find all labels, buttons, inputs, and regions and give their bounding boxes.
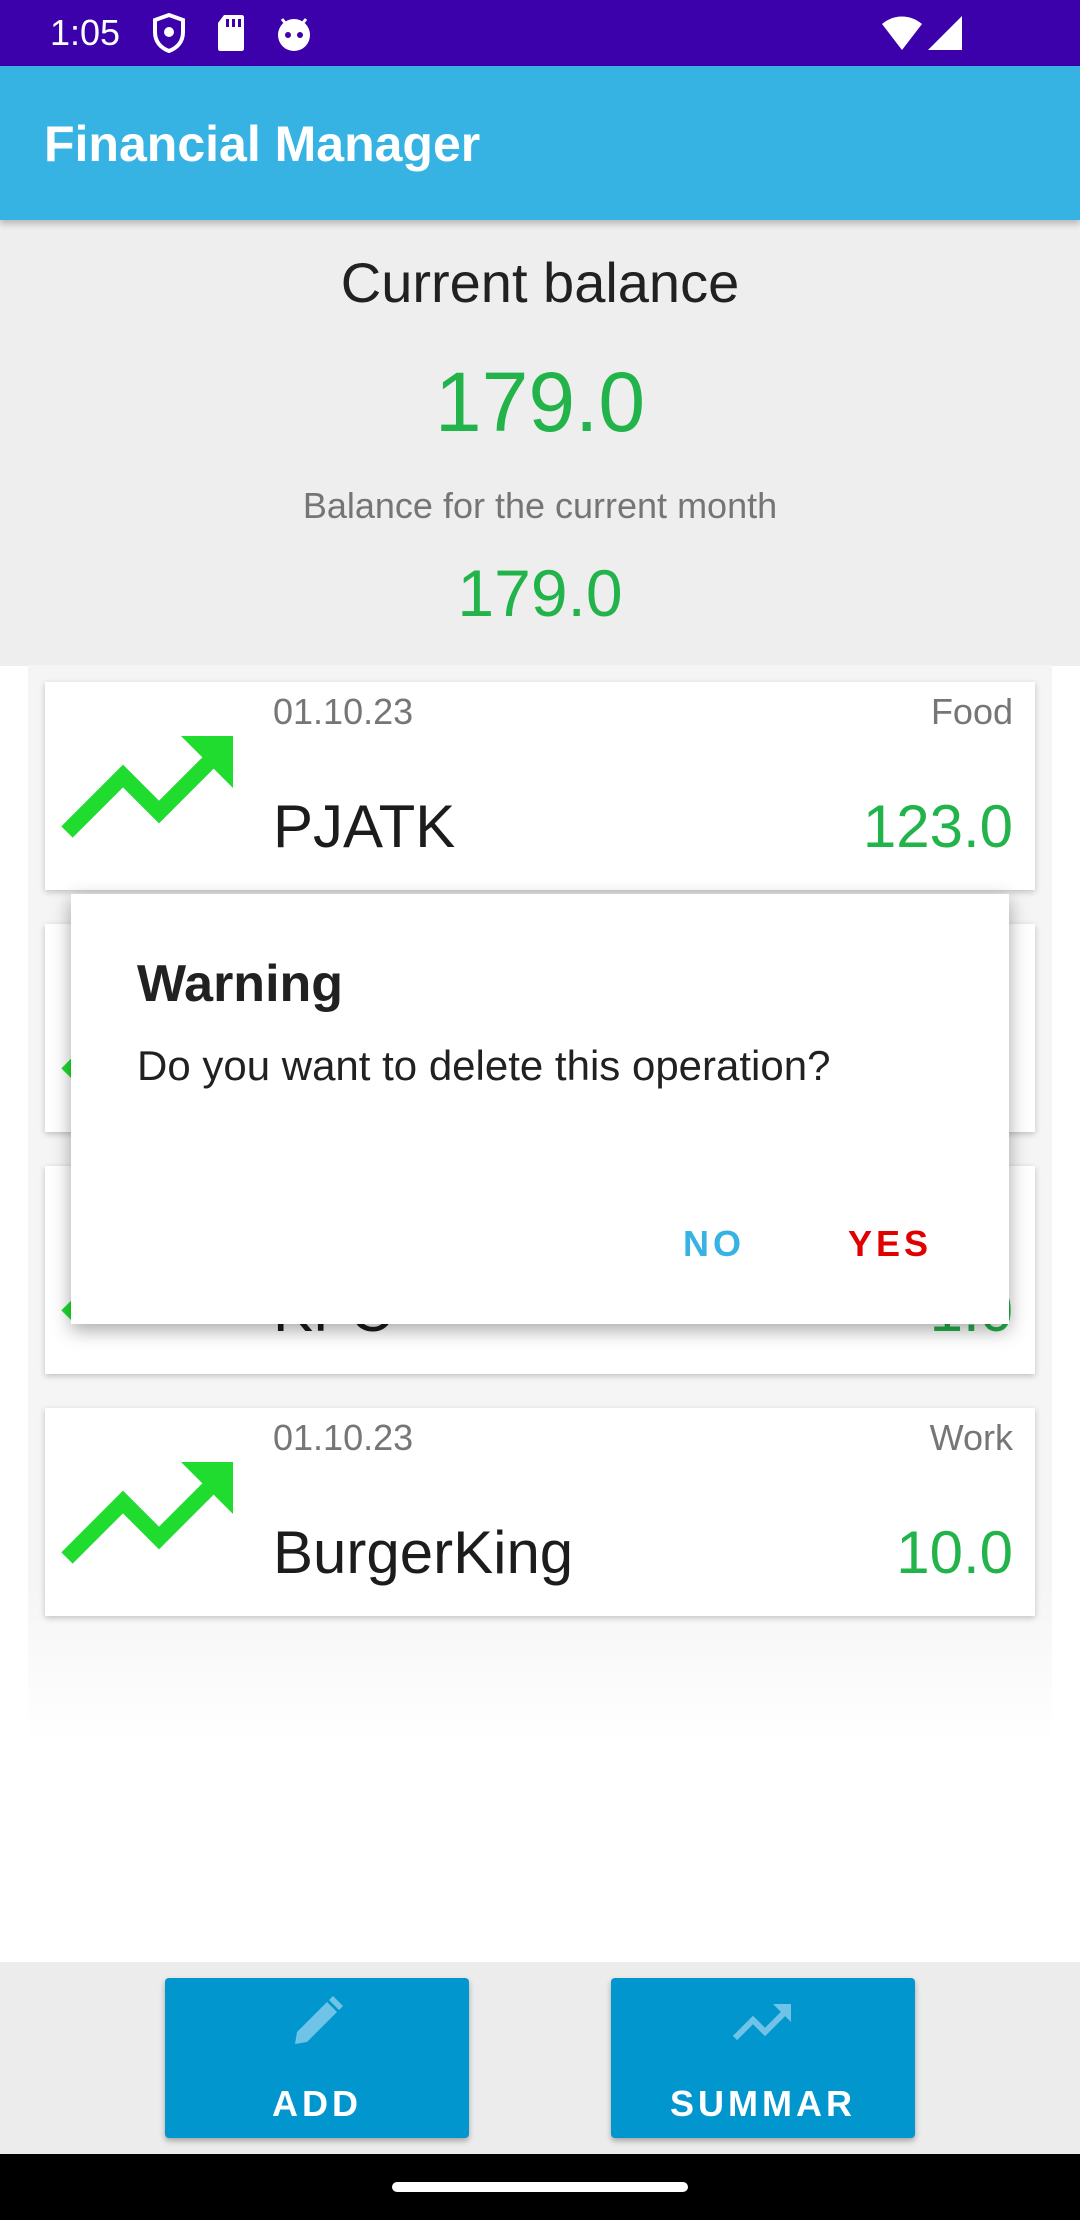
add-button-label: ADD [272, 2083, 362, 2124]
month-balance-label: Balance for the current month [302, 485, 778, 526]
operation-name: PJATK [273, 793, 456, 860]
android-icon [274, 13, 314, 58]
cellular-signal-icon [926, 14, 964, 57]
summary-button-label: SUMMAR [670, 2083, 856, 2124]
dialog-message: Do you want to delete this operation? [137, 1042, 831, 1089]
operation-name: BurgerKing [273, 1519, 574, 1586]
trending-up-icon [61, 732, 237, 847]
operation-row[interactable]: 01.10.23 Food PJATK 123.0 [45, 682, 1035, 890]
operation-category: Food [930, 691, 1013, 732]
shield-icon [152, 12, 186, 58]
balance-panel: Current balance 179.0 Balance for the cu… [0, 220, 1080, 666]
add-button[interactable]: ADD [165, 1978, 469, 2138]
operation-amount: 123.0 [862, 793, 1013, 860]
current-balance-value: 179.0 [434, 355, 646, 449]
navigation-bar [0, 2154, 1080, 2220]
wifi-icon [880, 16, 924, 57]
trending-up-icon [732, 2002, 793, 2047]
status-time: 1:05 [50, 12, 121, 53]
operation-amount: 10.0 [896, 1519, 1013, 1586]
yes-button[interactable]: YES [828, 1214, 952, 1274]
home-gesture-handle[interactable] [392, 2182, 688, 2192]
pencil-icon [289, 1994, 345, 2055]
trending-up-icon [61, 1458, 237, 1573]
operation-date: 01.10.23 [273, 1417, 414, 1458]
app-bar: Financial Manager [0, 66, 1080, 220]
month-balance-value: 179.0 [457, 556, 623, 630]
sd-card-icon [216, 13, 246, 58]
operation-row[interactable]: 01.10.23 Work BurgerKing 10.0 [45, 1408, 1035, 1616]
summary-button[interactable]: SUMMAR [611, 1978, 915, 2138]
delete-confirmation-dialog: Warning Do you want to delete this opera… [71, 894, 1009, 1324]
dialog-title: Warning [137, 955, 344, 1013]
app-title: Financial Manager [44, 116, 481, 172]
status-bar: 1:05 [0, 0, 1080, 66]
current-balance-label: Current balance [340, 251, 740, 314]
bottom-action-bar: ADD SUMMAR [0, 1962, 1080, 2154]
operation-category: Work [929, 1417, 1013, 1458]
operation-date: 01.10.23 [273, 691, 414, 732]
no-button[interactable]: NO [663, 1214, 765, 1274]
